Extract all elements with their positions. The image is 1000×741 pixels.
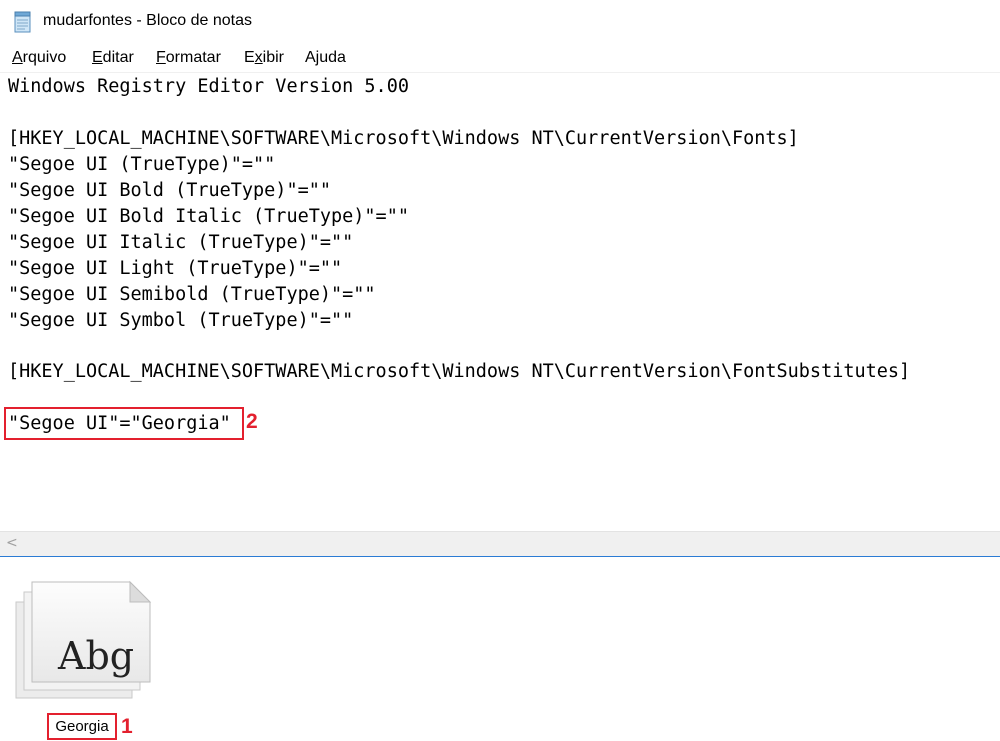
annotation-number-2: 2 [246,410,258,433]
menu-accel: E [92,49,103,66]
editor-line: "Segoe UI Light (TrueType)"="" [8,258,343,279]
horizontal-scrollbar[interactable]: < [0,531,1000,556]
menu-accel: F [156,49,166,66]
editor-line: "Segoe UI Semibold (TrueType)"="" [8,284,376,305]
menu-exibir[interactable]: Exibir [244,49,284,67]
menu-formatar[interactable]: Formatar [156,49,221,67]
notepad-icon [14,11,31,33]
menu-arquivo[interactable]: Arquivo [12,49,66,67]
title-bar[interactable]: mudarfontes - Bloco de notas [0,0,1000,44]
menu-accel: x [254,49,263,66]
notepad-window: mudarfontes - Bloco de notas Arquivo Edi… [0,0,1000,557]
annotation-number-1: 1 [121,715,133,738]
menu-exibir-start: E [244,49,255,66]
menu-ajuda[interactable]: Ajuda [305,49,346,67]
menu-bar: Arquivo Editar Formatar Exibir Ajuda [0,46,1000,73]
highlight-box-2 [4,407,244,440]
editor-line: "Segoe UI Italic (TrueType)"="" [8,232,354,253]
scroll-left-arrow-icon[interactable]: < [6,535,18,551]
editor-line: "Segoe UI Symbol (TrueType)"="" [8,310,354,331]
menu-ajuda-rest: uda [319,49,346,66]
editor-line: Windows Registry Editor Version 5.00 [8,76,409,97]
editor-line: "Segoe UI (TrueType)"="" [8,154,276,175]
file-name-label[interactable]: Georgia [47,713,117,740]
menu-ajuda-start: A [305,49,316,66]
menu-editar[interactable]: Editar [92,49,134,67]
menu-formatar-rest: ormatar [165,49,221,66]
menu-editar-rest: ditar [102,49,134,66]
editor-line: [HKEY_LOCAL_MACHINE\SOFTWARE\Microsoft\W… [8,361,911,382]
menu-arquivo-rest: rquivo [22,49,67,66]
menu-accel: A [12,49,23,66]
editor-line: "Segoe UI Bold Italic (TrueType)"="" [8,206,409,227]
text-editor[interactable]: Windows Registry Editor Version 5.00 [HK… [0,73,1000,530]
font-preview-text: Abg [58,634,135,678]
window-title: mudarfontes - Bloco de notas [43,12,253,29]
menu-exibir-rest: ibir [262,49,285,66]
editor-line: [HKEY_LOCAL_MACHINE\SOFTWARE\Microsoft\W… [8,128,799,149]
editor-line: "Segoe UI Bold (TrueType)"="" [8,180,332,201]
